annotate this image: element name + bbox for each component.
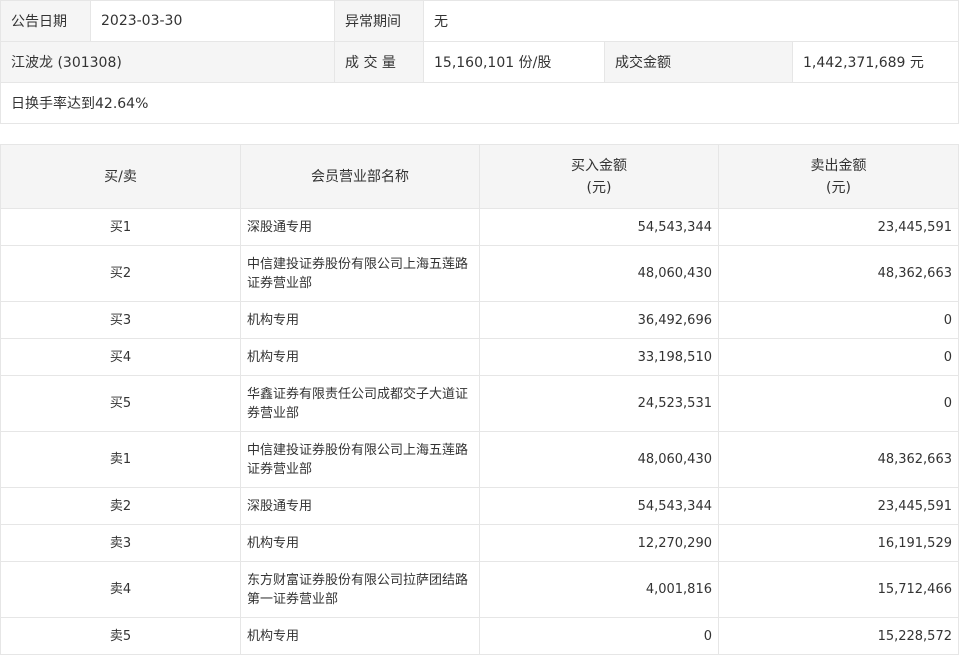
table-row: 买4 机构专用 33,198,510 0 (0, 338, 959, 376)
table-row: 卖2 深股通专用 54,543,344 23,445,591 (0, 487, 959, 525)
info-row-date: 公告日期 2023-03-30 异常期间 无 (0, 0, 959, 42)
volume-value: 15,160,101 份/股 (423, 41, 605, 83)
info-row-summary: 日换手率达到42.64% (0, 82, 959, 124)
row-sell-amount: 0 (718, 301, 959, 339)
header-type: 买/卖 (0, 144, 241, 209)
row-buy-amount: 36,492,696 (479, 301, 719, 339)
announce-date-value: 2023-03-30 (90, 0, 335, 42)
row-type: 卖5 (0, 617, 241, 655)
row-sell-amount: 15,228,572 (718, 617, 959, 655)
row-sell-amount: 48,362,663 (718, 245, 959, 302)
header-sell-amount-label: 卖出金额 (810, 157, 867, 174)
header-buy-amount-label: 买入金额 (571, 157, 627, 174)
table-row: 买5 华鑫证券有限责任公司成都交子大道证券营业部 24,523,531 0 (0, 375, 959, 432)
announcement-info-table: 公告日期 2023-03-30 异常期间 无 江波龙 (301308) 成 交 … (0, 0, 959, 124)
row-member-name: 机构专用 (240, 524, 480, 562)
row-member-name: 华鑫证券有限责任公司成都交子大道证券营业部 (240, 375, 480, 432)
row-buy-amount: 24,523,531 (479, 375, 719, 432)
header-sell-amount-unit: (元) (826, 179, 851, 196)
table-row: 卖4 东方财富证券股份有限公司拉萨团结路第一证券营业部 4,001,816 15… (0, 561, 959, 618)
table-row: 买2 中信建投证券股份有限公司上海五莲路证券营业部 48,060,430 48,… (0, 245, 959, 302)
table-row: 买3 机构专用 36,492,696 0 (0, 301, 959, 339)
table-row: 卖1 中信建投证券股份有限公司上海五莲路证券营业部 48,060,430 48,… (0, 431, 959, 488)
row-sell-amount: 0 (718, 375, 959, 432)
row-buy-amount: 0 (479, 617, 719, 655)
row-member-name: 深股通专用 (240, 208, 480, 246)
turnover-rate-summary: 日换手率达到42.64% (0, 82, 959, 124)
row-buy-amount: 33,198,510 (479, 338, 719, 376)
row-buy-amount: 4,001,816 (479, 561, 719, 618)
stock-name: 江波龙 (301308) (0, 41, 335, 83)
volume-label: 成 交 量 (334, 41, 424, 83)
header-sell-amount: 卖出金额 (元) (718, 144, 959, 209)
announce-date-label: 公告日期 (0, 0, 91, 42)
row-member-name: 东方财富证券股份有限公司拉萨团结路第一证券营业部 (240, 561, 480, 618)
row-member-name: 机构专用 (240, 301, 480, 339)
row-type: 买5 (0, 375, 241, 432)
row-buy-amount: 54,543,344 (479, 208, 719, 246)
row-type: 卖1 (0, 431, 241, 488)
turnover-value: 1,442,371,689 元 (791, 41, 959, 83)
row-sell-amount: 15,712,466 (718, 561, 959, 618)
row-type: 买3 (0, 301, 241, 339)
row-buy-amount: 12,270,290 (479, 524, 719, 562)
header-buy-amount: 买入金额 (元) (479, 144, 719, 209)
row-member-name: 机构专用 (240, 338, 480, 376)
row-sell-amount: 48,362,663 (718, 431, 959, 488)
row-buy-amount: 48,060,430 (479, 245, 719, 302)
abnormal-period-label: 异常期间 (334, 0, 424, 42)
table-row: 买1 深股通专用 54,543,344 23,445,591 (0, 208, 959, 246)
row-member-name: 中信建投证券股份有限公司上海五莲路证券营业部 (240, 245, 480, 302)
row-type: 卖4 (0, 561, 241, 618)
turnover-label: 成交金额 (604, 41, 793, 83)
row-sell-amount: 16,191,529 (718, 524, 959, 562)
table-row: 卖5 机构专用 0 15,228,572 (0, 617, 959, 655)
row-member-name: 机构专用 (240, 617, 480, 655)
row-type: 卖2 (0, 487, 241, 525)
row-buy-amount: 48,060,430 (479, 431, 719, 488)
row-type: 卖3 (0, 524, 241, 562)
table-header-row: 买/卖 会员营业部名称 买入金额 (元) 卖出金额 (元) (0, 144, 959, 209)
header-buy-amount-unit: (元) (586, 179, 612, 196)
row-buy-amount: 54,543,344 (479, 487, 719, 525)
abnormal-period-value: 无 (422, 0, 959, 42)
row-type: 买1 (0, 208, 241, 246)
row-sell-amount: 0 (718, 338, 959, 376)
row-sell-amount: 23,445,591 (718, 208, 959, 246)
row-sell-amount: 23,445,591 (718, 487, 959, 525)
trading-detail-table: 买/卖 会员营业部名称 买入金额 (元) 卖出金额 (元) 买1 深股通专用 5… (0, 144, 959, 655)
row-member-name: 中信建投证券股份有限公司上海五莲路证券营业部 (240, 431, 480, 488)
header-member-name: 会员营业部名称 (240, 144, 480, 209)
row-member-name: 深股通专用 (240, 487, 480, 525)
row-type: 买2 (0, 245, 241, 302)
table-row: 卖3 机构专用 12,270,290 16,191,529 (0, 524, 959, 562)
row-type: 买4 (0, 338, 241, 376)
info-row-trading: 江波龙 (301308) 成 交 量 15,160,101 份/股 成交金额 1… (0, 41, 959, 83)
